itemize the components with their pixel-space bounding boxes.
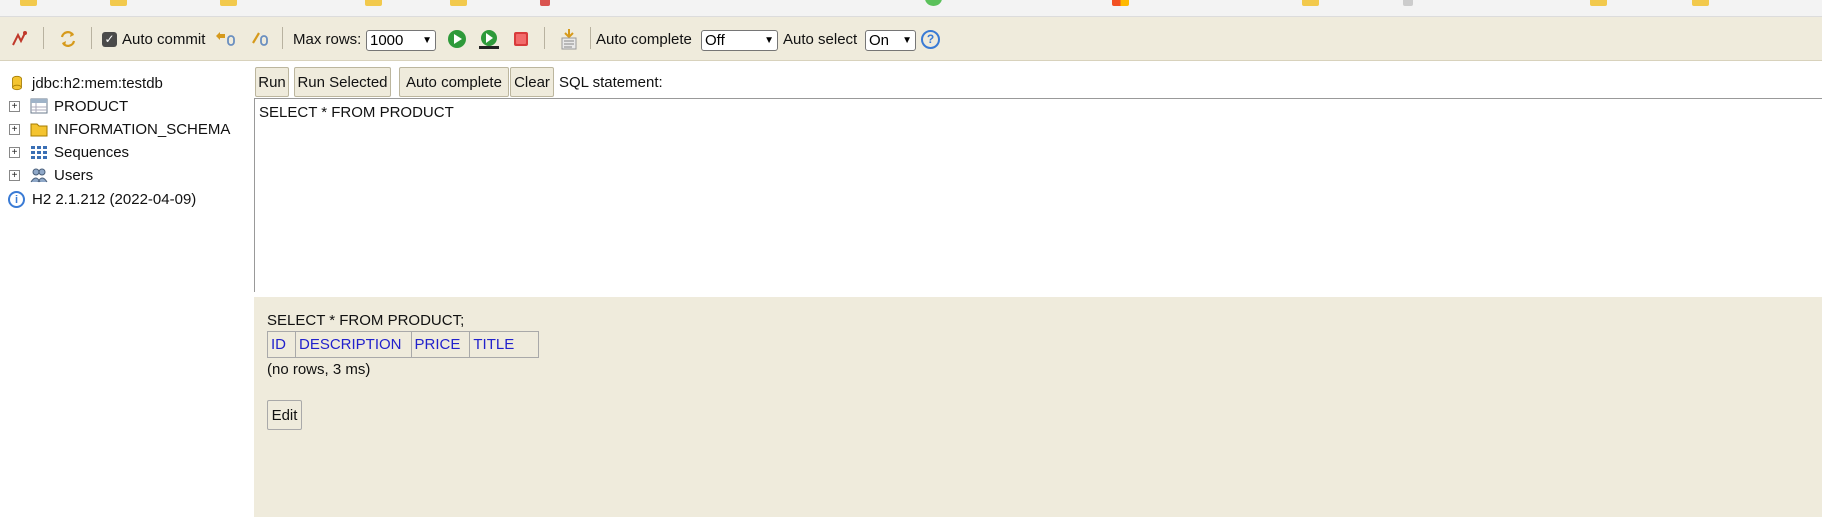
auto-complete-select[interactable]: Off ▼ xyxy=(701,30,778,51)
microsoft-icon[interactable] xyxy=(1112,0,1129,6)
column-header[interactable]: TITLE xyxy=(469,331,540,358)
bookmark-icon[interactable] xyxy=(925,0,942,6)
run-selected-icon[interactable] xyxy=(477,17,501,61)
expand-icon[interactable]: + xyxy=(9,147,20,158)
bookmark-folder-icon[interactable] xyxy=(1590,0,1607,6)
chevron-down-icon: ▼ xyxy=(902,35,912,46)
toolbar-separator xyxy=(282,27,283,49)
edit-button[interactable]: Edit xyxy=(267,400,302,430)
max-rows-label: Max rows: xyxy=(293,30,362,48)
result-header-row: ID DESCRIPTION PRICE TITLE xyxy=(267,331,540,358)
tree-item-label: Sequences xyxy=(54,143,130,161)
run-icon[interactable] xyxy=(446,17,468,61)
clear-button[interactable]: Clear xyxy=(510,67,554,97)
object-tree: jdbc:h2:mem:testdb + PRODUCT + INFORMATI… xyxy=(0,62,254,517)
auto-commit-label: Auto commit xyxy=(122,30,206,48)
column-header[interactable]: DESCRIPTION xyxy=(295,331,412,358)
rollback-icon[interactable] xyxy=(214,17,238,61)
query-bar: Run Run Selected Auto complete Clear SQL… xyxy=(254,62,1822,98)
help-glyph: ? xyxy=(921,29,940,49)
auto-select-label: Auto select xyxy=(783,30,858,48)
tree-item-label: PRODUCT xyxy=(54,97,129,115)
sql-editor[interactable]: SELECT * FROM PRODUCT xyxy=(254,98,1822,292)
table-icon xyxy=(30,98,48,114)
connection-url: jdbc:h2:mem:testdb xyxy=(32,74,163,92)
disconnect-icon[interactable] xyxy=(10,17,30,61)
result-table: ID DESCRIPTION PRICE TITLE xyxy=(267,331,540,358)
auto-commit-checkbox[interactable]: ✓ xyxy=(102,31,117,47)
bookmark-icon[interactable] xyxy=(540,0,550,6)
users-icon xyxy=(30,168,48,183)
bookmark-folder-icon[interactable] xyxy=(365,0,382,6)
bookmark-folder-icon[interactable] xyxy=(220,0,237,6)
bookmark-folder-icon[interactable] xyxy=(1302,0,1319,6)
executed-sql: SELECT * FROM PRODUCT; xyxy=(267,312,465,329)
auto-select-value: On xyxy=(869,32,890,49)
version-label: H2 2.1.212 (2022-04-09) xyxy=(32,190,197,208)
sequences-icon xyxy=(31,146,47,159)
commit-icon[interactable] xyxy=(250,17,272,61)
column-header[interactable]: ID xyxy=(267,331,296,358)
auto-complete-button[interactable]: Auto complete xyxy=(399,67,509,97)
toolbar-separator xyxy=(43,27,44,49)
auto-complete-label: Auto complete xyxy=(596,30,692,48)
expand-icon[interactable]: + xyxy=(9,101,20,112)
chevron-down-icon: ▼ xyxy=(422,35,432,46)
run-selected-button[interactable]: Run Selected xyxy=(294,67,391,97)
expand-icon[interactable]: + xyxy=(9,170,20,181)
toolbar-separator xyxy=(590,27,591,49)
bookmark-folder-icon[interactable] xyxy=(1692,0,1709,6)
result-panel: SELECT * FROM PRODUCT; ID DESCRIPTION PR… xyxy=(254,297,1822,517)
toolbar: ✓ Auto commit Max rows: 1000 ▼ Auto comp… xyxy=(0,17,1822,61)
stop-icon[interactable] xyxy=(511,17,531,61)
sql-editor-text: SELECT * FROM PRODUCT xyxy=(259,104,454,121)
help-icon[interactable]: ? xyxy=(921,17,940,61)
auto-complete-value: Off xyxy=(705,32,725,49)
run-button[interactable]: Run xyxy=(255,67,289,97)
toolbar-separator xyxy=(91,27,92,49)
max-rows-select[interactable]: 1000 ▼ xyxy=(366,30,436,51)
chevron-down-icon: ▼ xyxy=(764,35,774,46)
bookmark-icon[interactable] xyxy=(1403,0,1413,6)
tree-item-label: Users xyxy=(54,166,94,184)
column-header[interactable]: PRICE xyxy=(410,331,471,358)
bookmark-folder-icon[interactable] xyxy=(20,0,37,6)
result-info: (no rows, 3 ms) xyxy=(267,361,371,378)
folder-icon xyxy=(30,123,48,137)
refresh-icon[interactable] xyxy=(58,17,78,61)
bookmark-folder-icon[interactable] xyxy=(450,0,467,6)
auto-commit-toggle[interactable]: ✓ Auto commit xyxy=(102,17,205,61)
info-icon: i xyxy=(8,191,25,208)
database-icon xyxy=(12,75,22,91)
history-icon[interactable] xyxy=(558,17,580,61)
toolbar-separator xyxy=(544,27,545,49)
max-rows-value: 1000 xyxy=(370,32,404,49)
bookmarks-bar xyxy=(0,0,1822,17)
sql-statement-label: SQL statement: xyxy=(559,74,663,91)
expand-icon[interactable]: + xyxy=(9,124,20,135)
bookmark-folder-icon[interactable] xyxy=(110,0,127,6)
auto-select-select[interactable]: On ▼ xyxy=(865,30,916,51)
tree-item-label: INFORMATION_SCHEMA xyxy=(54,120,231,138)
